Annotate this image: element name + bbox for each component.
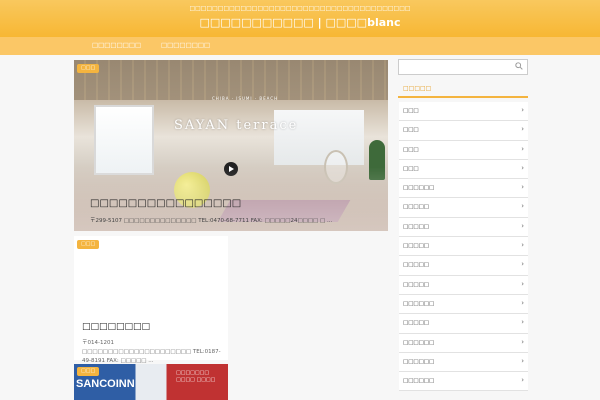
sidebar-item-label: □□□ (403, 165, 419, 172)
sidebar-item-label: □□□□□ (403, 320, 429, 327)
sidebar-item[interactable]: □□□ › (399, 159, 528, 180)
photo-ceiling (74, 60, 388, 100)
site-title[interactable]: □□□□□□□□□□□ | □□□□blanc (0, 16, 600, 29)
sidebar-item-label: □□□□□□ (403, 358, 435, 365)
chevron-right-icon: › (521, 106, 524, 114)
sidebar-item-label: □□□□□□ (403, 300, 435, 307)
sidebar-item[interactable]: □□□□□ › (399, 237, 528, 257)
photo-window (94, 105, 154, 175)
article-card[interactable]: □□□□□□□□ 〒014-1201 □□□□□□□□□□□□□□□□□□□□□… (74, 236, 228, 364)
search-input[interactable] (398, 59, 528, 75)
sidebar-item[interactable]: □□□ › (399, 121, 528, 141)
nav-item-2[interactable]: □□□□□□□□ (161, 41, 210, 49)
sidebar-item[interactable]: □□□□□□ › (399, 294, 528, 315)
chevron-right-icon: › (521, 183, 524, 192)
sidebar-item-label: □□□□□ (403, 204, 429, 211)
search-icon[interactable] (515, 62, 523, 70)
featured-excerpt: 〒299-5107 □□□□□□□□□□□□□□ TEL:0470-68-771… (90, 218, 333, 224)
chevron-right-icon: › (521, 337, 524, 346)
photo-logo: SAYAN terrace (174, 118, 299, 133)
sidebar-heading-label: □□□□□ (403, 85, 432, 92)
sidebar-item-label: □□□□□ (403, 281, 429, 288)
chevron-right-icon: › (521, 241, 524, 250)
sidebar-category-list: □□□ › □□□ › □□□ › □□□ › □□□□□□ › □□□□□ › □□□□□… (399, 102, 528, 392)
sidebar-item[interactable]: □□□□□□ › (399, 333, 528, 353)
chevron-right-icon: › (521, 260, 524, 269)
featured-title[interactable]: □□□□□□□□□□□□□□□□ (90, 198, 241, 209)
sidebar-item-label: □□□ (403, 108, 419, 114)
sidebar-item[interactable]: □□□ › (399, 102, 528, 122)
sidebar-item[interactable]: □□□ › (399, 140, 528, 160)
sidebar-item[interactable]: □□□□□ › (399, 275, 528, 295)
featured-article[interactable]: CHIBA · ISUMI · BEACH SAYAN terrace □□□□… (74, 60, 388, 231)
sidebar-item[interactable]: □□□□□ › (399, 198, 528, 218)
nav-item-1[interactable]: □□□□□□□□ (92, 41, 141, 49)
site-header: □□□□□□□□□□□□□□□□□□□□□□□□□□□□□□□□□□□□□□□ … (0, 0, 600, 37)
sidebar-item[interactable]: □□□□□ › (399, 217, 528, 238)
sidebar-item-label: □□□□□□ (403, 339, 435, 346)
sidebar-heading: □□□□□ (398, 80, 528, 98)
chevron-right-icon: › (521, 144, 524, 153)
sidebar-item-label: □□□ (403, 146, 419, 153)
category-badge[interactable]: □□□ (77, 240, 100, 249)
sidebar-item[interactable]: □□□□□□ › (399, 179, 528, 199)
chevron-right-icon: › (521, 356, 524, 365)
category-badge[interactable]: □□□ (77, 367, 100, 376)
chevron-right-icon: › (521, 202, 524, 211)
article-title[interactable]: □□□□□□□□ (82, 322, 150, 332)
chevron-right-icon: › (521, 318, 524, 327)
chevron-right-icon: › (521, 221, 524, 230)
thumbnail-logo: SANCOINN (76, 378, 135, 390)
sidebar-item[interactable]: □□□□□□ › (399, 352, 528, 373)
sidebar-item-label: □□□□□□ (403, 378, 435, 385)
sidebar-item-label: □□□ (403, 127, 419, 134)
thumbnail-text: □□□□□□□ □□□□ □□□□ (176, 370, 216, 383)
sidebar-item[interactable]: □□□□□ › (399, 314, 528, 334)
chevron-right-icon: › (521, 279, 524, 288)
sidebar-item-label: □□□□□ (403, 223, 429, 230)
global-nav: □□□□□□□□ □□□□□□□□ (0, 37, 600, 55)
category-badge[interactable]: □□□ (77, 64, 100, 73)
chevron-right-icon: › (521, 163, 524, 172)
sidebar-item[interactable]: □□□□□ › (399, 256, 528, 276)
site-tagline: □□□□□□□□□□□□□□□□□□□□□□□□□□□□□□□□□□□□□□□ (189, 5, 411, 12)
chevron-right-icon: › (521, 376, 524, 385)
sidebar-item-label: □□□□□ (403, 262, 429, 269)
photo-logo-sub: CHIBA · ISUMI · BEACH (212, 96, 279, 101)
sidebar-item-label: □□□□□□ (403, 185, 435, 192)
sidebar-item[interactable]: □□□□□□ › (399, 372, 528, 392)
article-excerpt: 〒014-1201 □□□□□□□□□□□□□□□□□□□□□ TEL:0187… (82, 340, 221, 364)
sidebar-item-label: □□□□□ (403, 243, 429, 250)
chevron-right-icon: › (521, 125, 524, 134)
chevron-right-icon: › (521, 298, 524, 307)
